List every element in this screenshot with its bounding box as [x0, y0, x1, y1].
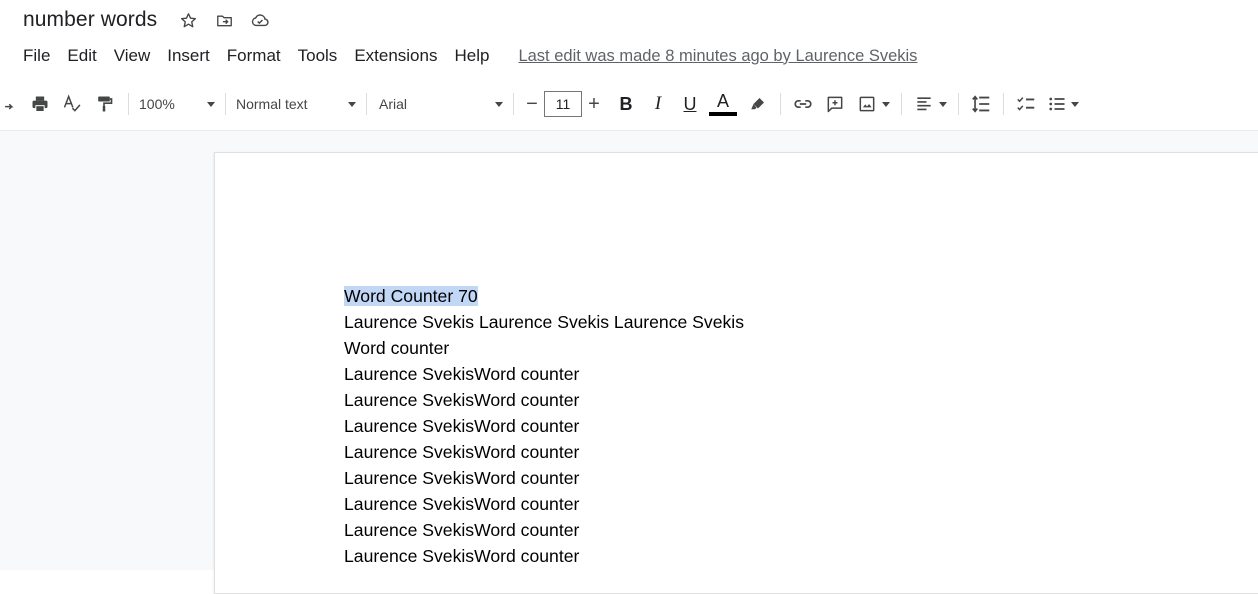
last-edit-link[interactable]: Last edit was made 8 minutes ago by Laur… [518, 47, 917, 66]
menu-format[interactable]: Format [227, 44, 281, 68]
doc-line[interactable]: Laurence SvekisWord counter [344, 413, 744, 439]
zoom-select[interactable]: 100% [139, 96, 215, 112]
selected-text[interactable]: Word Counter 70 [344, 286, 478, 306]
text-color-letter: A [716, 91, 729, 111]
zoom-value: 100% [139, 96, 175, 112]
star-icon[interactable] [177, 9, 199, 31]
decrease-font-size-button[interactable]: − [520, 91, 544, 117]
bold-button[interactable]: B [612, 89, 640, 119]
align-button[interactable] [910, 89, 950, 119]
insert-image-button[interactable] [853, 89, 893, 119]
chevron-down-icon [881, 101, 890, 107]
doc-line[interactable]: Laurence SvekisWord counter [344, 517, 744, 543]
menu-insert[interactable]: Insert [167, 44, 210, 68]
paint-format-icon[interactable] [90, 89, 118, 119]
italic-button[interactable]: I [644, 89, 672, 119]
doc-line[interactable]: Laurence SvekisWord counter [344, 387, 744, 413]
menu-edit[interactable]: Edit [67, 44, 96, 68]
doc-line[interactable]: Word counter [344, 335, 744, 361]
chevron-down-icon [207, 101, 215, 107]
menu-help[interactable]: Help [454, 44, 489, 68]
cloud-saved-icon[interactable] [249, 9, 271, 31]
doc-line[interactable]: Word Counter 70 [344, 283, 744, 309]
bulleted-list-icon [1049, 97, 1065, 111]
toolbar-divider [366, 93, 367, 115]
chevron-down-icon [938, 101, 947, 107]
chevron-down-icon [348, 101, 356, 107]
doc-line[interactable]: Laurence SvekisWord counter [344, 543, 744, 569]
doc-line[interactable]: Laurence SvekisWord counter [344, 465, 744, 491]
menu-file[interactable]: File [23, 44, 50, 68]
print-icon[interactable] [26, 89, 54, 119]
increase-font-size-button[interactable]: + [582, 91, 606, 117]
doc-line[interactable]: Laurence SvekisWord counter [344, 439, 744, 465]
paragraph-style-select[interactable]: Normal text [236, 96, 356, 112]
font-size-input[interactable]: 11 [544, 91, 582, 117]
text-color-swatch [709, 112, 737, 116]
line-spacing-icon[interactable] [967, 89, 995, 119]
font-family-value: Arial [379, 96, 408, 112]
toolbar-divider [780, 93, 781, 115]
toolbar-divider [513, 93, 514, 115]
bulleted-list-button[interactable] [1044, 89, 1082, 119]
toolbar-divider [225, 93, 226, 115]
document-body[interactable]: Word Counter 70 Laurence Svekis Laurence… [344, 283, 744, 569]
menu-extensions[interactable]: Extensions [354, 44, 437, 68]
menu-tools[interactable]: Tools [298, 44, 338, 68]
toolbar-divider [128, 93, 129, 115]
font-family-select[interactable]: Arial [379, 96, 503, 112]
align-left-icon [916, 97, 931, 111]
move-to-folder-icon[interactable] [213, 9, 235, 31]
menu-view[interactable]: View [114, 44, 151, 68]
add-comment-icon[interactable] [821, 89, 849, 119]
image-icon [859, 96, 874, 112]
toolbar: 100% Normal text Arial − 11 + B I U A [0, 86, 1258, 122]
checklist-icon[interactable] [1012, 89, 1040, 119]
doc-line[interactable]: Laurence SvekisWord counter [344, 491, 744, 517]
chevron-down-icon [1071, 101, 1079, 107]
redo-icon[interactable] [2, 89, 20, 119]
spellcheck-icon[interactable] [58, 89, 86, 119]
text-color-button[interactable]: A [708, 89, 738, 119]
insert-link-icon[interactable] [789, 89, 817, 119]
toolbar-divider [1003, 93, 1004, 115]
menu-bar: File Edit View Insert Format Tools Exten… [23, 42, 917, 70]
paragraph-style-value: Normal text [236, 96, 308, 112]
doc-line[interactable]: Laurence Svekis Laurence Svekis Laurence… [344, 309, 744, 335]
highlight-color-icon[interactable] [744, 89, 772, 119]
doc-line[interactable]: Laurence SvekisWord counter [344, 361, 744, 387]
chevron-down-icon [495, 101, 503, 107]
title-icons [177, 9, 271, 31]
title-bar: number words [23, 6, 271, 34]
document-title[interactable]: number words [23, 8, 157, 32]
toolbar-divider [958, 93, 959, 115]
underline-button[interactable]: U [676, 89, 704, 119]
toolbar-divider [901, 93, 902, 115]
